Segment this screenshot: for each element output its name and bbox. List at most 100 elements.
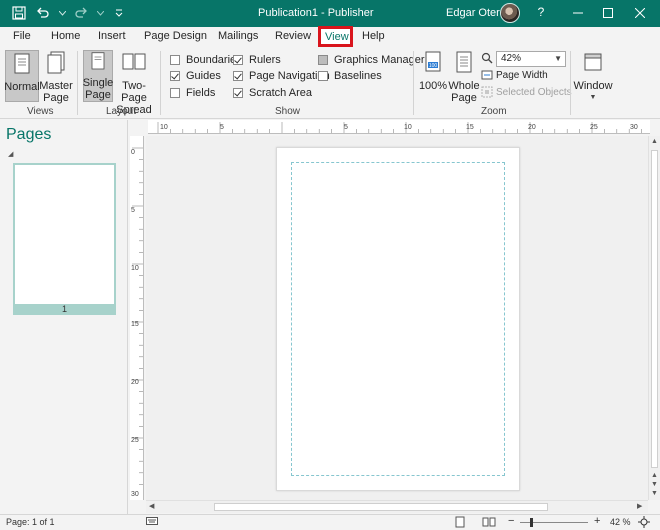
ruler-label: 10 xyxy=(404,124,412,131)
ruler-label: 20 xyxy=(528,124,536,131)
whole-page-button[interactable]: Whole Page xyxy=(448,50,480,104)
tab-view[interactable]: View xyxy=(325,31,349,43)
zoom-in-icon[interactable]: + xyxy=(594,515,600,527)
page-thumbnail-number: 1 xyxy=(13,304,116,315)
page-width-button[interactable]: Page Width xyxy=(481,69,548,81)
window-label: Window xyxy=(573,80,613,92)
tab-file[interactable]: File xyxy=(13,30,31,42)
vertical-ruler[interactable]: 0 5 10 15 20 25 30 xyxy=(130,136,144,500)
selected-objects-button[interactable]: Selected Objects xyxy=(481,86,572,98)
checkbox-box xyxy=(170,88,180,98)
master-page-label-1: Master xyxy=(39,80,73,92)
redo-icon[interactable] xyxy=(72,4,90,22)
guides-checkbox[interactable]: Guides xyxy=(170,70,221,82)
fields-label: Fields xyxy=(186,87,216,99)
fit-page-icon[interactable] xyxy=(638,516,650,530)
ruler-label: 5 xyxy=(131,207,135,214)
page-count[interactable]: Page: 1 of 1 xyxy=(6,517,55,527)
scroll-down-icon[interactable]: ▼ xyxy=(651,481,658,488)
tab-insert[interactable]: Insert xyxy=(98,30,126,42)
checkbox-box xyxy=(233,88,243,98)
horizontal-ruler[interactable]: 10 5 5 10 15 20 25 30 xyxy=(148,120,650,134)
rulers-checkbox[interactable]: Rulers xyxy=(233,54,281,66)
boundaries-checkbox[interactable]: Boundaries xyxy=(170,54,242,66)
help-button[interactable]: ? xyxy=(533,5,549,21)
vertical-scrollbar[interactable]: ▲ ▲ ▼ ▼ xyxy=(648,136,660,500)
scroll-up-icon[interactable]: ▲ xyxy=(651,138,658,145)
baselines-checkbox[interactable]: Baselines xyxy=(318,70,382,82)
page-thumbnail[interactable] xyxy=(13,163,116,315)
svg-text:100: 100 xyxy=(429,63,438,69)
window-dropdown-icon: ▼ xyxy=(589,94,597,101)
page-width-icon xyxy=(481,70,493,80)
save-icon[interactable] xyxy=(10,4,28,22)
ruler-label: 20 xyxy=(131,379,139,386)
single-page-view-icon[interactable] xyxy=(454,516,466,530)
ruler-corner[interactable] xyxy=(130,120,148,136)
single-page-label-1: Single xyxy=(82,77,114,89)
zoom-search-icon xyxy=(481,52,493,64)
baselines-label: Baselines xyxy=(334,70,382,82)
window-title: Publication1 - Publisher xyxy=(258,7,374,19)
single-page-icon xyxy=(91,52,105,70)
ruler-label: 15 xyxy=(131,321,139,328)
collapse-triangle-icon[interactable]: ◢ xyxy=(8,150,13,158)
redo-dropdown-icon[interactable] xyxy=(96,4,104,22)
page-navigation-checkbox[interactable]: Page Navigation xyxy=(233,70,330,82)
tab-mailings[interactable]: Mailings xyxy=(218,30,258,42)
zoom-level-value: 42% xyxy=(501,53,522,64)
zoom-out-icon[interactable]: − xyxy=(508,515,514,527)
ruler-label: 5 xyxy=(344,124,348,131)
two-page-view-icon[interactable] xyxy=(482,516,496,530)
graphics-manager-icon xyxy=(318,55,328,65)
scroll-left-icon[interactable]: ◀ xyxy=(149,502,154,510)
master-page-button[interactable]: Master Page xyxy=(39,50,73,104)
master-page-label-2: Page xyxy=(43,92,69,104)
tab-home[interactable]: Home xyxy=(51,30,80,42)
ruler-label: 0 xyxy=(131,149,135,156)
close-icon[interactable] xyxy=(630,4,650,22)
scroll-up-icon[interactable]: ▲ xyxy=(651,472,658,479)
normal-view-icon xyxy=(14,53,30,74)
chevron-down-icon: ▼ xyxy=(554,54,562,63)
ribbon: Normal Master Page Views Single Page Two… xyxy=(0,47,660,119)
page-width-label: Page Width xyxy=(496,69,548,81)
minimize-icon[interactable] xyxy=(568,4,588,22)
customize-qat-icon[interactable] xyxy=(110,4,128,22)
window-button[interactable]: Window ▼ xyxy=(573,50,613,104)
zoom-slider-thumb[interactable] xyxy=(530,518,533,527)
undo-icon[interactable] xyxy=(34,4,52,22)
tab-page-design[interactable]: Page Design xyxy=(144,30,207,42)
scratch-area[interactable] xyxy=(146,136,648,500)
zoom-100-button[interactable]: 100 100% xyxy=(418,50,448,92)
quick-access-toolbar xyxy=(10,4,128,22)
single-page-button[interactable]: Single Page xyxy=(83,50,113,102)
status-zoom-level[interactable]: 42 % xyxy=(610,517,631,527)
whole-page-label-1: Whole xyxy=(448,80,480,92)
zoom-level-select[interactable]: 42% ▼ xyxy=(496,51,566,67)
normal-view-button[interactable]: Normal xyxy=(4,50,40,102)
horizontal-scrollbar[interactable]: ◀ ▶ xyxy=(146,500,648,513)
maximize-icon[interactable] xyxy=(598,4,618,22)
tab-help[interactable]: Help xyxy=(362,30,385,42)
scroll-right-icon[interactable]: ▶ xyxy=(637,502,642,510)
user-name[interactable]: Edgar Otero xyxy=(446,7,506,19)
ruler-label: 25 xyxy=(590,124,598,131)
undo-dropdown-icon[interactable] xyxy=(58,4,66,22)
horizontal-ruler-ticks: 10 5 5 10 15 20 25 30 xyxy=(157,122,642,133)
horizontal-scroll-thumb[interactable] xyxy=(214,503,548,511)
scroll-down-icon[interactable]: ▼ xyxy=(651,490,658,497)
avatar[interactable] xyxy=(500,3,520,23)
graphics-manager-checkbox[interactable]: Graphics Manager xyxy=(318,54,425,66)
two-page-spread-icon xyxy=(122,53,146,70)
fields-checkbox[interactable]: Fields xyxy=(170,87,215,99)
vertical-scroll-thumb[interactable] xyxy=(651,150,658,468)
zoom-100-label: 100% xyxy=(418,80,448,92)
keyboard-icon[interactable] xyxy=(146,516,158,528)
scratch-area-checkbox[interactable]: Scratch Area xyxy=(233,87,312,99)
normal-view-label: Normal xyxy=(4,81,40,93)
status-bar: Page: 1 of 1 − + 42 % xyxy=(0,514,660,530)
tab-review[interactable]: Review xyxy=(275,30,311,42)
publication-page[interactable] xyxy=(276,147,520,491)
two-page-label-1: Two-Page xyxy=(121,80,147,104)
